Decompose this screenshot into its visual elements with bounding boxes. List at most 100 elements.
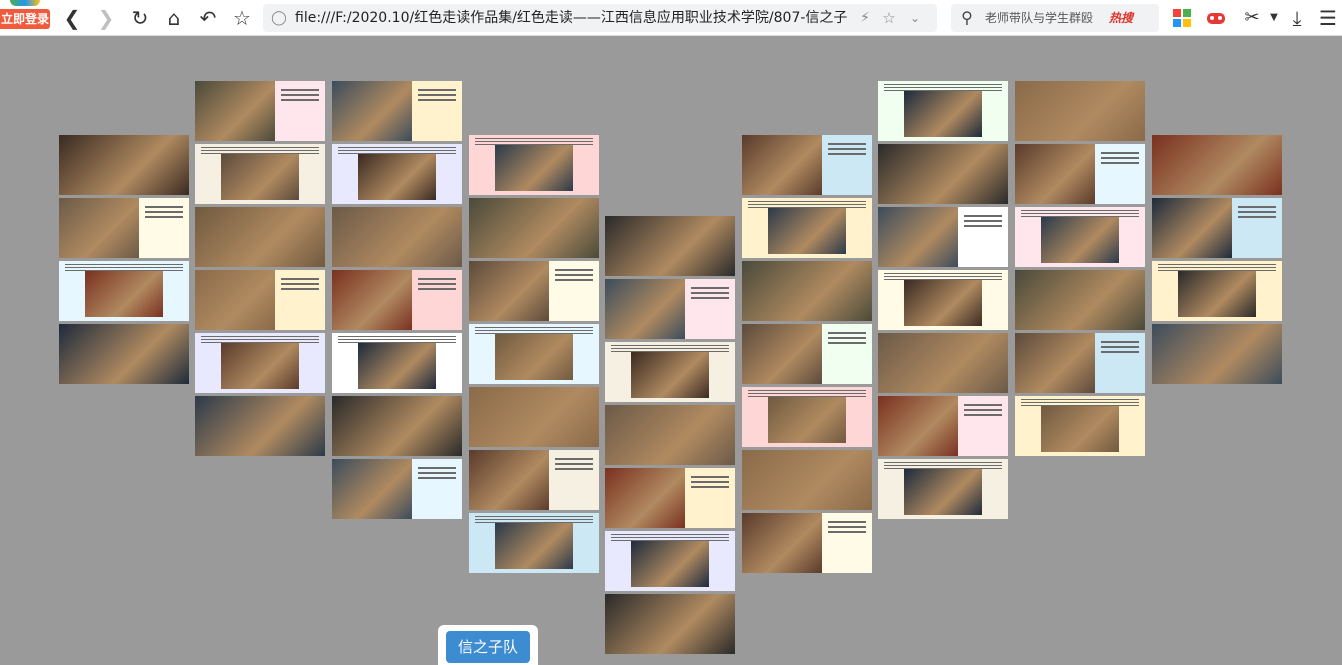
photo-tile[interactable]	[195, 81, 325, 141]
photo-tile[interactable]	[878, 270, 1008, 330]
photo-tile[interactable]	[332, 270, 462, 330]
photo-tile[interactable]	[469, 135, 599, 195]
login-logo-icon	[10, 0, 40, 6]
dropdown-icon[interactable]: ▼	[1262, 6, 1286, 30]
photo-tile[interactable]	[742, 135, 872, 195]
photo-tile[interactable]	[469, 387, 599, 447]
exhibit-photo	[768, 397, 846, 443]
photo-tile[interactable]	[605, 594, 735, 654]
photo-tile[interactable]	[1152, 324, 1282, 384]
photo-tile[interactable]	[742, 450, 872, 510]
photo-tile[interactable]	[332, 144, 462, 204]
exhibit-photo	[332, 270, 412, 330]
photo-tile[interactable]	[332, 81, 462, 141]
bookmark-star-icon[interactable]: ☆	[877, 6, 901, 30]
photo-tile[interactable]	[1015, 81, 1145, 141]
caption-line	[1021, 402, 1139, 403]
photo-tile[interactable]	[59, 198, 189, 258]
photo-tile[interactable]	[605, 342, 735, 402]
refresh-icon[interactable]: ↻	[128, 6, 152, 30]
photo-tile[interactable]	[469, 324, 599, 384]
photo-tile[interactable]	[469, 261, 599, 321]
exhibit-photo	[195, 207, 325, 267]
caption-line	[338, 150, 456, 151]
photo-tile[interactable]	[1152, 135, 1282, 195]
photo-tile[interactable]	[1015, 270, 1145, 330]
photo-tile[interactable]	[742, 198, 872, 258]
exhibit-photo	[358, 343, 436, 389]
photo-tile[interactable]	[469, 198, 599, 258]
photo-tile[interactable]	[742, 513, 872, 573]
apps-icon[interactable]	[1172, 8, 1192, 28]
photo-tile[interactable]	[59, 324, 189, 384]
search-box[interactable]: ⚲ 老师带队与学生群殴 热搜	[951, 4, 1159, 32]
forward-icon[interactable]: ❯	[94, 6, 118, 30]
photo-tile[interactable]	[605, 405, 735, 465]
photo-tile[interactable]	[1015, 207, 1145, 267]
photo-tile[interactable]	[605, 531, 735, 591]
address-bar[interactable]: ◯ file:///F:/2020.10/红色走读作品集/红色走读——江西信息应…	[263, 4, 937, 32]
photo-tile[interactable]	[742, 387, 872, 447]
dropdown-icon[interactable]: ⌄	[903, 6, 927, 30]
caption-line	[691, 292, 729, 294]
photo-tile[interactable]	[195, 396, 325, 456]
photo-tile[interactable]	[605, 279, 735, 339]
photo-tile[interactable]	[878, 81, 1008, 141]
search-input[interactable]: 老师带队与学生群殴	[985, 4, 1105, 32]
photo-tile[interactable]	[195, 333, 325, 393]
caption-line	[475, 330, 593, 331]
star-icon[interactable]: ☆	[230, 6, 254, 30]
photo-tile[interactable]	[878, 396, 1008, 456]
photo-tile[interactable]	[878, 144, 1008, 204]
team-button[interactable]: 信之子队	[438, 625, 538, 665]
exhibit-photo	[1152, 135, 1282, 195]
caption-line	[828, 148, 866, 150]
download-icon[interactable]: ⤓	[1285, 6, 1309, 30]
shield-icon: ◯	[271, 10, 287, 26]
photo-tile[interactable]	[59, 135, 189, 195]
photo-tile[interactable]	[1015, 333, 1145, 393]
photo-tile[interactable]	[195, 207, 325, 267]
caption-line	[1101, 157, 1139, 159]
photo-tile[interactable]	[878, 207, 1008, 267]
photo-tile[interactable]	[1015, 144, 1145, 204]
hot-search-label[interactable]: 热搜	[1109, 4, 1133, 32]
login-button[interactable]: 立即登录	[0, 9, 50, 29]
menu-icon[interactable]: ☰	[1316, 6, 1340, 30]
back-icon[interactable]: ❮	[60, 6, 84, 30]
photo-tile[interactable]	[605, 468, 735, 528]
undo-icon[interactable]: ↶	[196, 6, 220, 30]
photo-tile[interactable]	[469, 513, 599, 573]
photo-tile[interactable]	[195, 144, 325, 204]
game-icon[interactable]	[1206, 8, 1226, 28]
caption-line	[1021, 213, 1139, 214]
photo-tile[interactable]	[742, 324, 872, 384]
photo-tile[interactable]	[742, 261, 872, 321]
photo-tile[interactable]	[878, 459, 1008, 519]
photo-tile[interactable]	[332, 333, 462, 393]
scissors-icon[interactable]: ✂	[1240, 6, 1264, 30]
photo-tile[interactable]	[878, 333, 1008, 393]
photo-tile[interactable]	[605, 216, 735, 276]
exhibit-photo	[631, 541, 709, 587]
exhibit-photo	[1015, 81, 1145, 141]
photo-tile[interactable]	[332, 396, 462, 456]
exhibit-photo	[1015, 144, 1095, 204]
exhibit-photo	[221, 154, 299, 200]
home-icon[interactable]: ⌂	[162, 6, 186, 30]
photo-tile[interactable]	[195, 270, 325, 330]
caption-line	[281, 99, 319, 101]
photo-tile[interactable]	[332, 207, 462, 267]
exhibit-photo	[1152, 198, 1232, 258]
photo-tile[interactable]	[1152, 198, 1282, 258]
caption-line	[828, 521, 866, 523]
photo-tile[interactable]	[332, 459, 462, 519]
lightning-icon[interactable]: ⚡	[853, 6, 877, 30]
caption-line	[475, 138, 593, 139]
photo-tile[interactable]	[469, 450, 599, 510]
photo-tile[interactable]	[1152, 261, 1282, 321]
photo-tile[interactable]	[1015, 396, 1145, 456]
caption-line	[1021, 399, 1139, 400]
caption-line	[201, 342, 319, 343]
photo-tile[interactable]	[59, 261, 189, 321]
